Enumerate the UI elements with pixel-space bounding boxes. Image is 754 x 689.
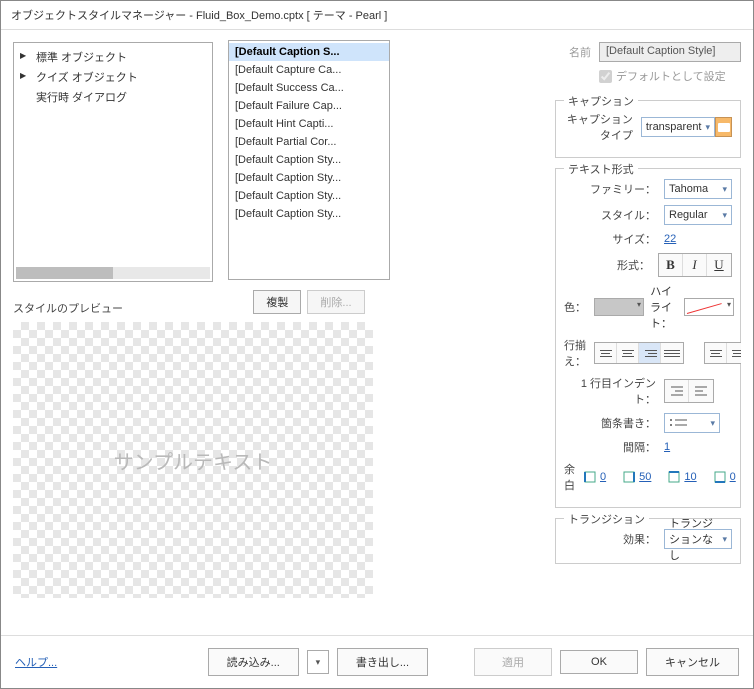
style-list-item[interactable]: [Default Caption Sty...: [229, 205, 389, 223]
tree-item-standard[interactable]: ▶ 標準 オブジェクト: [14, 47, 212, 67]
delete-button: 削除...: [307, 290, 364, 314]
export-button[interactable]: 書き出し...: [337, 648, 428, 676]
bullet-list-icon: [669, 417, 689, 429]
text-format-group: テキスト形式 ファミリー： Tahoma スタイル： Regular サイズ： …: [555, 168, 741, 508]
valign-top-button[interactable]: [705, 343, 727, 363]
set-default-label: デフォルトとして設定: [616, 68, 726, 84]
font-style-dropdown[interactable]: Regular: [664, 205, 732, 225]
caption-group-title: キャプション: [564, 93, 638, 109]
color-label: 色：: [564, 299, 594, 315]
text-format-buttons: B I U: [658, 253, 732, 277]
tree-item-label: 実行時 ダイアログ: [36, 92, 127, 104]
align-justify-button[interactable]: [661, 343, 683, 363]
set-default-checkbox: [599, 70, 612, 83]
apply-button: 適用: [474, 648, 552, 676]
folder-icon: [718, 123, 730, 132]
indent-increase-icon: [694, 385, 708, 397]
font-size-field[interactable]: 22: [664, 233, 676, 245]
highlight-label: ハイライト：: [650, 283, 678, 331]
name-label: 名前: [555, 44, 599, 60]
content-area: ▶ 標準 オブジェクト ▶ クイズ オブジェクト 実行時 ダイアログ スタイルの: [1, 30, 753, 635]
align-center-button[interactable]: [617, 343, 639, 363]
style-list[interactable]: [Default Caption S... [Default Capture C…: [228, 40, 390, 280]
text-group-title: テキスト形式: [564, 161, 638, 177]
dialog-footer: ヘルプ... 読み込み... 書き出し... 適用 OK キャンセル: [1, 635, 753, 688]
underline-button[interactable]: U: [707, 254, 731, 276]
import-dropdown-button[interactable]: [307, 650, 329, 674]
spacing-field[interactable]: 1: [664, 441, 670, 453]
valign-middle-button[interactable]: [727, 343, 741, 363]
browse-caption-button[interactable]: [715, 117, 732, 137]
caption-type-label: キャプションタイプ: [564, 111, 641, 143]
margin-bottom-field[interactable]: 0: [713, 471, 736, 483]
margin-right-field[interactable]: 50: [622, 471, 651, 483]
margin-left-field[interactable]: 0: [583, 471, 606, 483]
import-button[interactable]: 読み込み...: [208, 648, 299, 676]
transition-group-title: トランジション: [564, 511, 649, 527]
italic-button[interactable]: I: [683, 254, 707, 276]
style-list-item[interactable]: [Default Capture Ca...: [229, 61, 389, 79]
font-style-label: スタイル：: [564, 207, 664, 223]
style-list-item[interactable]: [Default Success Ca...: [229, 79, 389, 97]
indent-decrease-icon: [670, 385, 684, 397]
effect-label: 効果：: [564, 531, 664, 547]
margin-top-icon: [667, 471, 681, 483]
bold-button[interactable]: B: [659, 254, 683, 276]
style-list-item[interactable]: [Default Caption S...: [229, 43, 389, 61]
tree-item-label: 標準 オブジェクト: [36, 52, 127, 64]
expand-arrow-icon[interactable]: ▶: [20, 51, 26, 60]
horizontal-scrollbar[interactable]: [16, 267, 210, 279]
spacing-label: 間隔：: [564, 439, 664, 455]
transition-group: トランジション 効果： トランジションなし: [555, 518, 741, 564]
effect-dropdown[interactable]: トランジションなし: [664, 529, 732, 549]
margin-right-icon: [622, 471, 636, 483]
margin-bottom-icon: [713, 471, 727, 483]
caption-type-dropdown[interactable]: transparent: [641, 117, 715, 137]
bullet-label: 箇条書き：: [564, 415, 664, 431]
caption-group: キャプション キャプションタイプ transparent: [555, 100, 741, 158]
format-label: 形式：: [564, 257, 658, 273]
style-list-item[interactable]: [Default Hint Capti...: [229, 115, 389, 133]
cancel-button[interactable]: キャンセル: [646, 648, 739, 676]
tree-item-label: クイズ オブジェクト: [36, 72, 138, 84]
font-family-label: ファミリー：: [564, 181, 664, 197]
category-tree[interactable]: ▶ 標準 オブジェクト ▶ クイズ オブジェクト 実行時 ダイアログ: [13, 42, 213, 282]
margin-left-icon: [583, 471, 597, 483]
window-title: オブジェクトスタイルマネージャー - Fluid_Box_Demo.cptx […: [1, 1, 753, 30]
tree-item-quiz[interactable]: ▶ クイズ オブジェクト: [14, 67, 212, 87]
clone-button[interactable]: 複製: [253, 290, 301, 314]
expand-arrow-icon[interactable]: ▶: [20, 71, 26, 80]
align-label: 行揃え：: [564, 337, 594, 369]
name-field: [Default Caption Style]: [599, 42, 741, 62]
bullet-dropdown[interactable]: [664, 413, 720, 433]
ok-button[interactable]: OK: [560, 650, 638, 674]
tree-item-runtime[interactable]: 実行時 ダイアログ: [14, 87, 212, 107]
style-list-item[interactable]: [Default Failure Cap...: [229, 97, 389, 115]
margin-label: 余白: [564, 461, 583, 493]
margin-top-field[interactable]: 10: [667, 471, 696, 483]
font-family-dropdown[interactable]: Tahoma: [664, 179, 732, 199]
style-list-item[interactable]: [Default Caption Sty...: [229, 187, 389, 205]
style-list-item[interactable]: [Default Caption Sty...: [229, 169, 389, 187]
help-link[interactable]: ヘルプ...: [15, 654, 57, 670]
highlight-swatch[interactable]: [684, 298, 734, 316]
align-left-button[interactable]: [595, 343, 617, 363]
align-right-button[interactable]: [639, 343, 661, 363]
style-list-item[interactable]: [Default Caption Sty...: [229, 151, 389, 169]
indent-increase-button[interactable]: [689, 380, 713, 402]
indent-label: 1 行目インデント：: [564, 375, 664, 407]
object-style-manager-window: オブジェクトスタイルマネージャー - Fluid_Box_Demo.cptx […: [0, 0, 754, 689]
color-swatch[interactable]: [594, 298, 644, 316]
font-size-label: サイズ：: [564, 231, 664, 247]
style-list-item[interactable]: [Default Partial Cor...: [229, 133, 389, 151]
indent-decrease-button[interactable]: [665, 380, 689, 402]
